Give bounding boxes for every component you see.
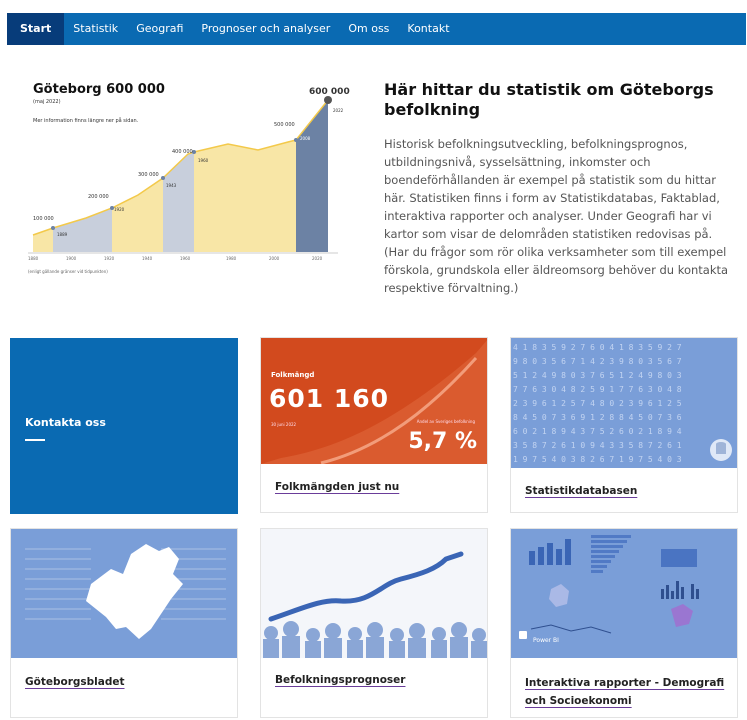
- prognos-image: [261, 529, 487, 658]
- statdb-image: 4 1 8 3 5 9 2 7 6 0 4 1 8 3 5 9 2 7 9 8 …: [511, 338, 737, 468]
- folkmangd-number: 601 160: [269, 384, 390, 413]
- axis-1960: 1960: [180, 256, 191, 261]
- powerbi-image: Power BI: [511, 529, 737, 658]
- card-statistikdatabasen[interactable]: 4 1 8 3 5 9 2 7 6 0 4 1 8 3 5 9 2 7 9 8 …: [510, 337, 738, 513]
- card-goteborgsbladet[interactable]: Göteborgsbladet: [10, 528, 238, 718]
- year-2008: 2008: [300, 136, 311, 141]
- axis-1980: 1980: [226, 256, 237, 261]
- contact-card[interactable]: Kontakta oss: [10, 338, 238, 514]
- folkmangd-image: Folkmängd 601 160 30 juni 2022 Andel av …: [261, 338, 487, 464]
- svg-text:3 5 8 7 2 6 1 0 9 4 3 3 5 8 7: 3 5 8 7 2 6 1 0 9 4 3 3 5 8 7 2 6 1: [513, 441, 682, 450]
- page-heading: Här hittar du statistik om Göteborgs bef…: [384, 80, 714, 119]
- svg-text:6 0 2 1 8 9 4 3 7 5 2 6 0 2 1: 6 0 2 1 8 9 4 3 7 5 2 6 0 2 1 8 9 4: [513, 427, 682, 436]
- nav-start[interactable]: Start: [7, 13, 65, 45]
- axis-1900: 1900: [66, 256, 77, 261]
- nav-geografi[interactable]: Geografi: [127, 13, 192, 45]
- city-map-shape: [86, 544, 183, 639]
- powerbi-icon: [519, 631, 527, 639]
- nav-statistik[interactable]: Statistik: [64, 13, 127, 45]
- card-interaktiva-rapporter[interactable]: Power BI Interaktiva rapporter - Demogra…: [510, 528, 738, 718]
- svg-text:5 1 2 4 9 8 0 3 7 6 5 1 2 4 9: 5 1 2 4 9 8 0 3 7 6 5 1 2 4 9 8 0 3: [513, 371, 682, 380]
- nav-om-oss[interactable]: Om oss: [339, 13, 398, 45]
- svg-text:2 3 9 6 1 2 5 7 4 8 0 2 3 9 6: 2 3 9 6 1 2 5 7 4 8 0 2 3 9 6 1 2 5: [513, 399, 682, 408]
- card-befolkningsprognoser[interactable]: Befolkningsprognoser: [260, 528, 488, 718]
- infographic-footnote: (enligt gällande gränser vid tidpunkten): [28, 269, 108, 274]
- axis-2000: 2000: [269, 256, 280, 261]
- axis-1880: 1880: [28, 256, 39, 261]
- axis-2020: 2020: [312, 256, 323, 261]
- milestone-300k: 300 000: [138, 172, 159, 178]
- folkmangd-label: Folkmängd: [271, 371, 315, 379]
- axis-1940: 1940: [142, 256, 153, 261]
- population-infographic: Göteborg 600 000 (maj 2022) Mer informat…: [28, 80, 358, 280]
- interaktiva-link[interactable]: Interaktiva rapporter - Demografi och So…: [525, 674, 730, 710]
- folkmangd-date: 30 juni 2022: [271, 422, 297, 427]
- year-2022: 2022: [333, 108, 344, 113]
- year-1960: 1960: [198, 158, 209, 163]
- crowd-silhouettes: [263, 621, 487, 658]
- map-graphic: [25, 544, 226, 639]
- folkmangd-link[interactable]: Folkmängden just nu: [275, 478, 399, 496]
- prognos-link[interactable]: Befolkningsprognoser: [275, 671, 405, 689]
- svg-text:1 9 7 5 4 0 3 8 2 6 7 1 9 7 5: 1 9 7 5 4 0 3 8 2 6 7 1 9 7 5 4 0 3: [513, 455, 682, 464]
- year-1920: 1920: [114, 207, 125, 212]
- milestone-600k: 600 000: [309, 87, 350, 97]
- andel-percent: 5,7 %: [408, 429, 477, 454]
- prognosis-graphic: [263, 551, 487, 658]
- statdb-link[interactable]: Statistikdatabasen: [525, 482, 637, 500]
- card-folkmangd[interactable]: Folkmängd 601 160 30 juni 2022 Andel av …: [260, 337, 488, 513]
- number-grid-graphic: 4 1 8 3 5 9 2 7 6 0 4 1 8 3 5 9 2 7 9 8 …: [513, 343, 732, 464]
- andel-label: Andel av Sveriges befolkning: [416, 419, 475, 424]
- gbgbladet-image: [11, 529, 237, 658]
- milestone-200k: 200 000: [88, 194, 109, 200]
- svg-text:4 1 8 3 5 9 2 7 6 0 4 1 8 3 5: 4 1 8 3 5 9 2 7 6 0 4 1 8 3 5 9 2 7: [513, 343, 682, 352]
- nav-kontakt[interactable]: Kontakt: [398, 13, 458, 45]
- band-5: [194, 140, 296, 252]
- year-1889: 1889: [57, 232, 68, 237]
- band-3: [112, 178, 163, 252]
- band-6: [296, 100, 328, 252]
- band-2: [53, 208, 112, 252]
- svg-text:9 8 0 3 5 6 7 1 4 2 3 9 8 0 3: 9 8 0 3 5 6 7 1 4 2 3 9 8 0 3 5 6 7: [513, 357, 682, 366]
- band-4: [163, 152, 194, 252]
- page-intro: Historisk befolkningsutveckling, befolkn…: [384, 137, 729, 295]
- main-nav: Start Statistik Geografi Prognoser och a…: [7, 13, 746, 45]
- milestone-500k: 500 000: [274, 122, 295, 128]
- svg-text:8 4 5 0 7 3 6 9 1 2 8 8 4 5 0: 8 4 5 0 7 3 6 9 1 2 8 8 4 5 0 7 3 6: [513, 413, 682, 422]
- gbgbladet-link[interactable]: Göteborgsbladet: [25, 673, 125, 691]
- year-1943: 1943: [166, 183, 177, 188]
- milestone-100k: 100 000: [33, 216, 54, 222]
- bar-graphic: [529, 539, 571, 565]
- axis-1920: 1920: [104, 256, 115, 261]
- contact-dash: [25, 439, 45, 441]
- population-area-graphic: 100 000 200 000 300 000 400 000 500 000 …: [28, 87, 350, 261]
- svg-text:7 7 6 3 0 4 8 2 5 9 1 7 7 6 3: 7 7 6 3 0 4 8 2 5 9 1 7 7 6 3 0 4 8: [513, 385, 682, 394]
- nav-prognoser[interactable]: Prognoser och analyser: [192, 13, 339, 45]
- forecast-line: [268, 551, 464, 622]
- powerbi-label: Power BI: [533, 637, 559, 644]
- milestone-400k: 400 000: [172, 149, 193, 155]
- contact-label[interactable]: Kontakta oss: [25, 416, 106, 429]
